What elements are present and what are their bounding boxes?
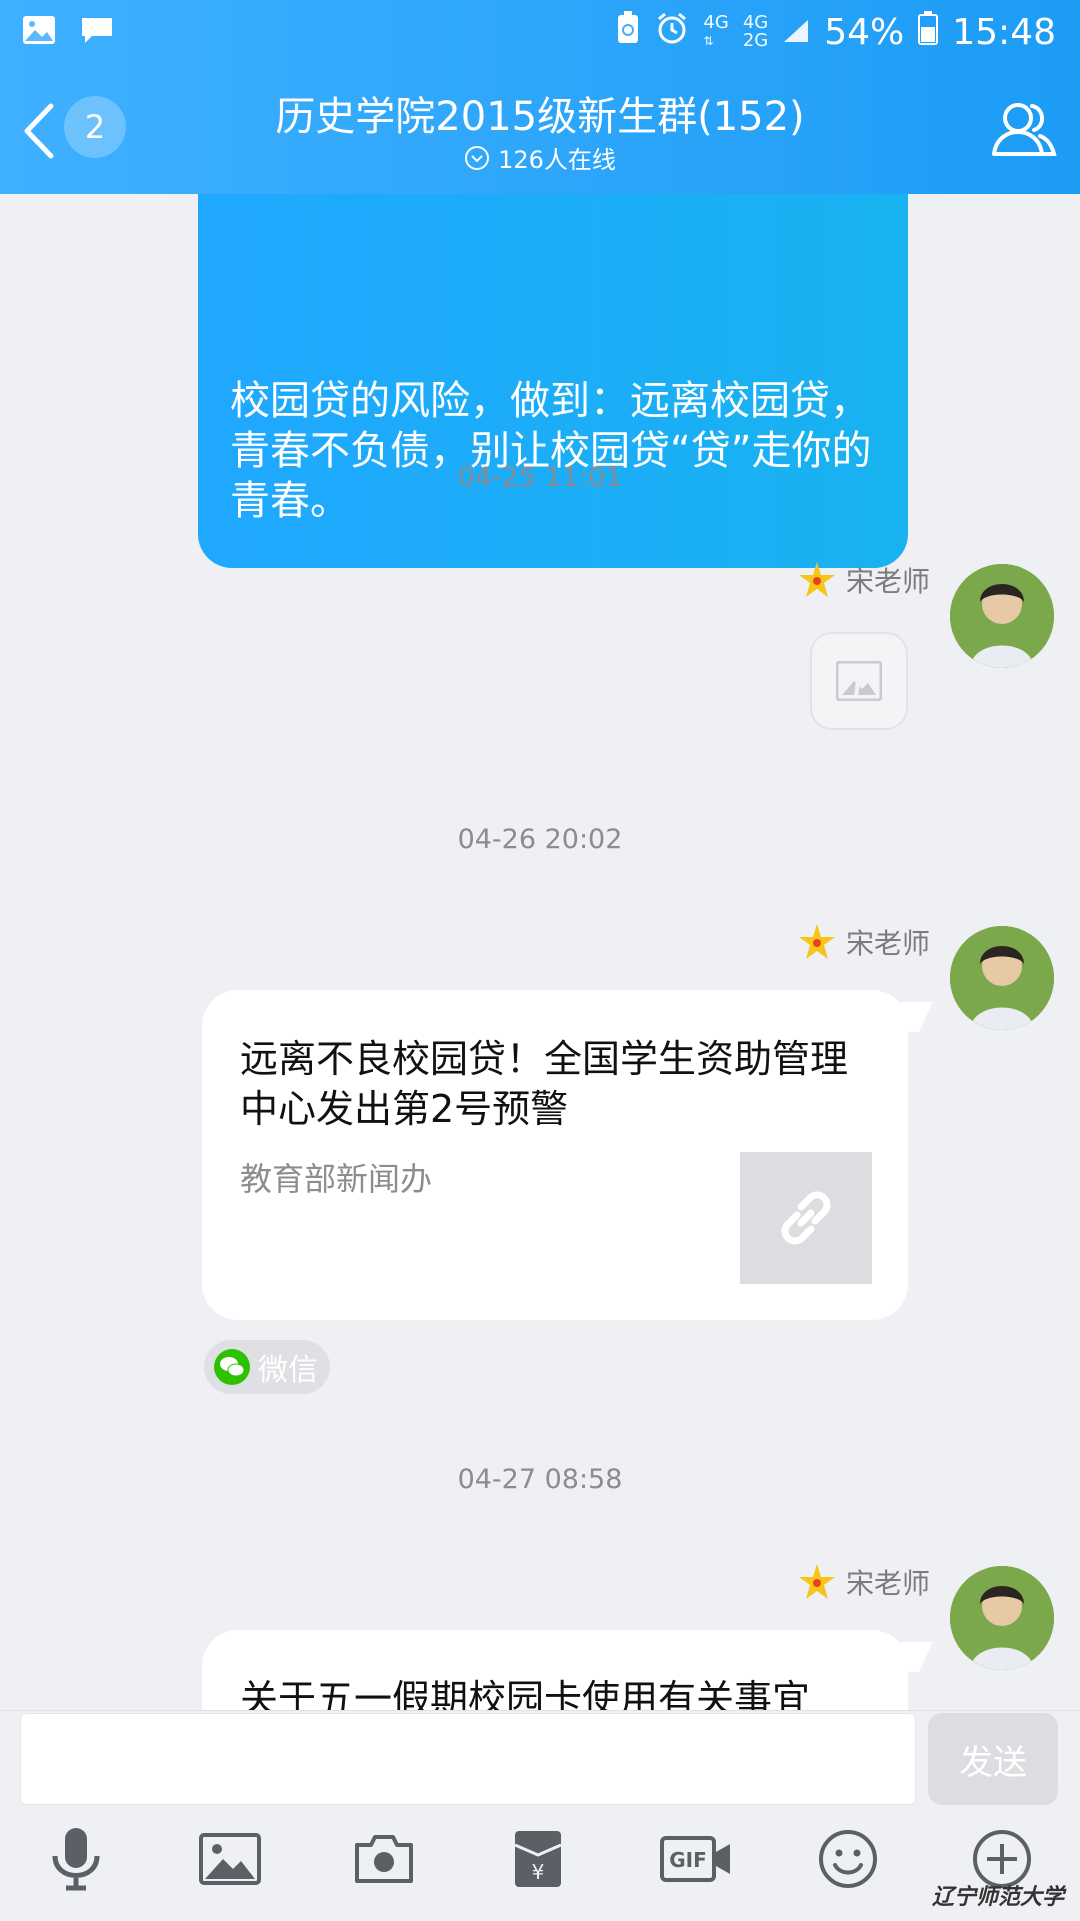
signal-icon — [782, 12, 810, 53]
microphone-icon — [52, 1828, 100, 1891]
group-members-button[interactable] — [988, 96, 1058, 166]
avatar[interactable] — [950, 1566, 1054, 1670]
link-icon — [781, 1191, 831, 1245]
emoji-icon — [819, 1830, 877, 1888]
timestamp: 04-27 08:58 — [457, 1464, 623, 1495]
image-placeholder-icon — [836, 661, 882, 701]
wechat-icon — [214, 1349, 250, 1385]
online-status[interactable]: 126人在线 — [0, 140, 1080, 175]
network-4g-2g: 4G 2G — [742, 12, 769, 51]
admin-star-icon — [798, 1564, 835, 1599]
input-bar: 发送 ¥ GIF 辽宁师范大学 — [0, 1710, 1080, 1921]
sender-name: 宋老师 — [798, 558, 930, 602]
app-header: 4G ⇅ 4G 2G 54% 15:48 2 历史学院2015级新生群(152)… — [0, 0, 1080, 194]
send-button[interactable]: 发送 — [928, 1713, 1058, 1805]
source-app-tag[interactable]: 微信 — [204, 1340, 330, 1394]
svg-text:GIF: GIF — [669, 1848, 707, 1872]
red-packet-icon: ¥ — [514, 1831, 562, 1887]
battery-icon — [918, 10, 939, 54]
admin-star-icon — [798, 562, 835, 597]
group-title[interactable]: 历史学院2015级新生群(152) — [0, 84, 1080, 142]
image-button[interactable] — [198, 1827, 262, 1891]
sync-icon — [615, 10, 641, 54]
gallery-notification-icon — [22, 15, 56, 49]
sender-name-label: 宋老师 — [845, 927, 930, 960]
admin-star-icon — [798, 924, 835, 959]
sender-name-label: 宋老师 — [845, 1567, 930, 1600]
camera-icon — [355, 1835, 413, 1883]
timestamp: 04-25 11:01 — [457, 462, 623, 493]
online-count-label: 126人在线 — [498, 146, 616, 174]
source-app-label: 微信 — [258, 1353, 318, 1388]
message-bubble-outgoing[interactable]: 校园贷的风险，做到：远离校园贷，青春不负债，别让校园贷“贷”走你的青春。 — [198, 194, 908, 568]
message-notification-icon — [80, 15, 114, 49]
image-message-placeholder[interactable] — [810, 632, 908, 730]
svg-text:¥: ¥ — [532, 1860, 545, 1884]
battery-percent: 54% — [824, 11, 905, 53]
link-card-source: 教育部新闻办 — [240, 1160, 433, 1198]
alarm-icon — [655, 11, 689, 54]
timestamp: 04-26 20:02 — [457, 824, 623, 855]
message-input[interactable] — [20, 1713, 916, 1805]
sender-name: 宋老师 — [798, 1560, 930, 1604]
camera-button[interactable] — [352, 1827, 416, 1891]
chat-area[interactable]: 校园贷的风险，做到：远离校园贷，青春不负债，别让校园贷“贷”走你的青春。 04-… — [0, 194, 1080, 1710]
image-icon — [199, 1833, 261, 1885]
sender-name-label: 宋老师 — [845, 565, 930, 598]
status-bar-right: 4G ⇅ 4G 2G 54% 15:48 — [615, 10, 1056, 54]
microphone-button[interactable] — [44, 1827, 108, 1891]
chevron-down-icon — [465, 145, 490, 170]
link-thumbnail — [740, 1152, 872, 1284]
sender-name: 宋老师 — [798, 920, 930, 964]
gif-button[interactable]: GIF — [660, 1827, 732, 1891]
link-share-card[interactable]: 远离不良校园贷！全国学生资助管理中心发出第2号预警 教育部新闻办 — [202, 990, 908, 1320]
emoji-button[interactable] — [816, 1827, 880, 1891]
avatar[interactable] — [950, 564, 1054, 668]
gif-icon: GIF — [660, 1836, 730, 1882]
link-share-card[interactable]: 关于五一假期校园卡使用有关事宜 — [202, 1630, 908, 1710]
group-members-icon — [992, 103, 1057, 156]
red-packet-button[interactable]: ¥ — [506, 1827, 570, 1891]
network-4g: 4G ⇅ — [703, 12, 729, 49]
avatar[interactable] — [950, 926, 1054, 1030]
watermark: 辽宁师范大学 — [931, 1885, 1064, 1910]
link-card-title: 远离不良校园贷！全国学生资助管理中心发出第2号预警 — [240, 1037, 849, 1131]
clock-time: 15:48 — [952, 11, 1056, 53]
status-bar-left — [22, 12, 114, 52]
link-card-title: 关于五一假期校园卡使用有关事宜 — [240, 1677, 811, 1710]
